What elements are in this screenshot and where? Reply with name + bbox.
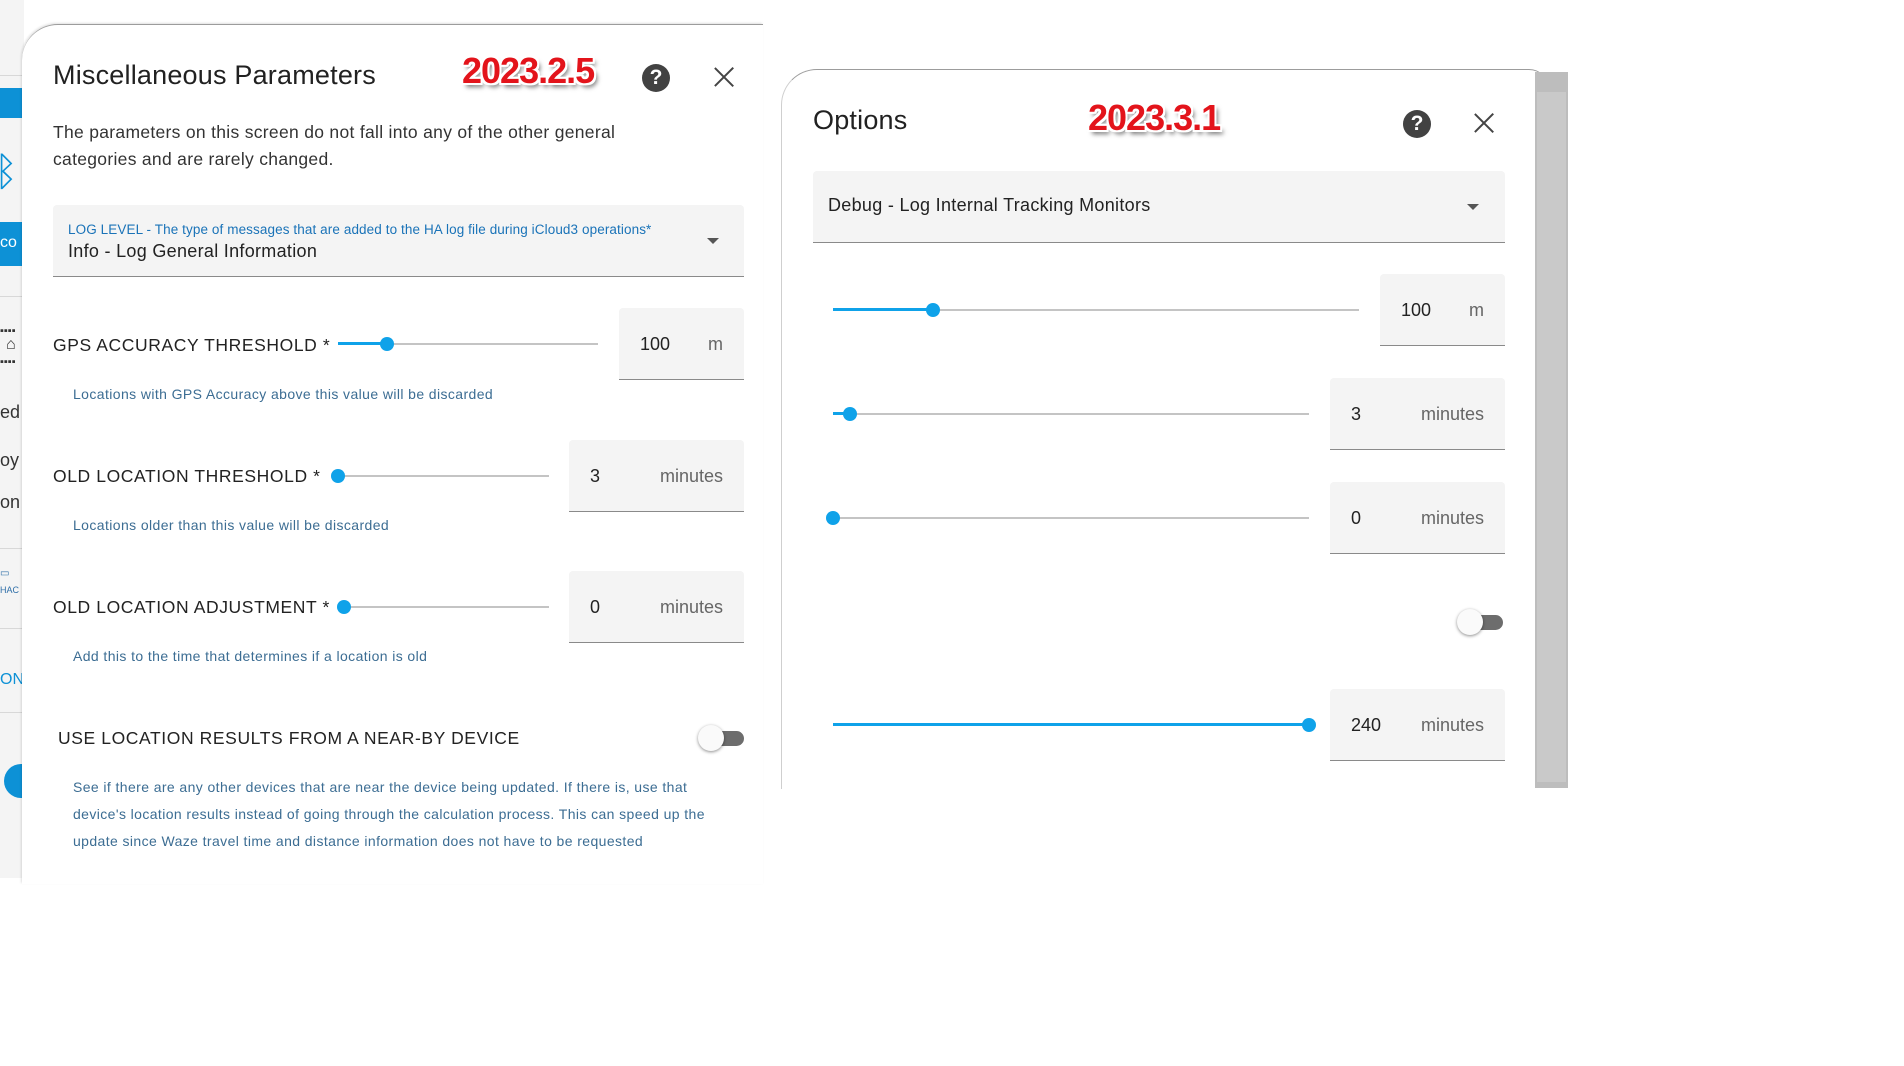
old-location-adjustment-value: 0 <box>590 597 601 617</box>
background-icon-row: ▪▪▪▪ <box>0 356 16 368</box>
old-location-adjustment-unit: minutes <box>659 597 723 617</box>
gps-accuracy-slider[interactable] <box>338 334 598 354</box>
old-location-threshold-input[interactable]: 3 minutes <box>569 440 744 512</box>
gps-accuracy-value: 100 <box>1401 300 1432 320</box>
travel-time-unit: minutes <box>1420 715 1484 735</box>
background-button: co <box>0 222 24 266</box>
background-divider <box>0 548 24 549</box>
travel-time-input[interactable]: 240 minutes <box>1330 689 1505 761</box>
scrollbar[interactable] <box>1535 72 1568 788</box>
background-text: ON <box>0 671 24 688</box>
background-text: ed <box>0 402 21 422</box>
travel-time-value: 240 <box>1351 715 1382 735</box>
help-icon[interactable]: ? <box>1403 110 1431 138</box>
old-location-threshold-value: 3 <box>590 466 601 486</box>
dialog-title: Options <box>813 105 908 135</box>
scrollbar-thumb[interactable] <box>1537 92 1566 782</box>
old-location-threshold-label: OLD LOCATION THRESHOLD * <box>53 466 321 486</box>
dialog-description: The parameters on this screen do not fal… <box>53 122 616 169</box>
misc-parameters-dialog: Miscellaneous Parameters 2023.2.5 ? The … <box>22 24 763 884</box>
log-level-select[interactable]: LOG LEVEL - The type of messages that ar… <box>53 205 744 277</box>
log-level-label: LOG LEVEL - The type of messages that ar… <box>68 222 652 237</box>
old-location-adjustment-helper: Add this to the time that determines if … <box>73 648 428 664</box>
old-location-adjustment-value: 0 <box>1351 508 1362 528</box>
gps-accuracy-input[interactable]: 100 m <box>619 308 744 380</box>
old-location-adjustment-slider[interactable] <box>337 597 549 617</box>
background-button-label: co <box>0 234 17 251</box>
slider-thumb[interactable] <box>925 303 940 317</box>
old-location-threshold-helper: Locations older than this value will be … <box>73 517 390 533</box>
old-location-adjustment-label: OLD LOCATION ADJUSTMENT * <box>53 597 330 617</box>
gps-accuracy-unit: m <box>1469 300 1484 320</box>
dialog-title: Miscellaneous Parameters <box>53 60 376 90</box>
background-divider <box>0 712 24 713</box>
nearby-device-toggle[interactable] <box>1457 609 1505 635</box>
old-location-threshold-slider[interactable] <box>331 466 549 486</box>
log-level-select[interactable]: Debug - Log Internal Tracking Monitors <box>813 171 1505 243</box>
old-location-threshold-unit: minutes <box>1420 404 1484 424</box>
gps-accuracy-slider[interactable] <box>833 300 1359 320</box>
travel-time-slider[interactable] <box>833 715 1316 735</box>
log-level-value: Info - Log General Information <box>68 241 318 261</box>
slider-thumb[interactable] <box>842 407 857 421</box>
old-location-adjustment-slider[interactable] <box>826 508 1309 528</box>
nearby-device-label: USE LOCATION RESULTS FROM A NEAR-BY DEVI… <box>58 728 520 748</box>
home-icon: ⌂ <box>6 336 16 353</box>
background-blob <box>4 764 24 798</box>
log-level-value: Debug - Log Internal Tracking Monitors <box>828 195 1151 215</box>
background-divider <box>0 628 24 629</box>
nearby-device-helper: See if there are any other devices that … <box>73 779 705 849</box>
background-text: oy <box>0 450 20 470</box>
old-location-adjustment-input[interactable]: 0 minutes <box>569 571 744 643</box>
help-icon[interactable]: ? <box>642 64 670 92</box>
gps-accuracy-unit: m <box>708 334 723 354</box>
background-divider <box>0 75 24 76</box>
slider-thumb[interactable] <box>331 469 345 483</box>
gps-accuracy-value: 100 <box>640 334 671 354</box>
nearby-device-toggle[interactable] <box>698 725 746 751</box>
old-location-threshold-unit: minutes <box>659 466 723 486</box>
version-badge: 2023.3.1 <box>1088 97 1221 138</box>
chevron-down-icon <box>1467 204 1479 210</box>
slider-thumb[interactable] <box>380 337 395 351</box>
options-dialog: Options 2023.3.1 ? Debug - Log Internal … <box>781 69 1549 789</box>
hacs-icon: ▭ <box>0 568 10 579</box>
close-icon[interactable] <box>712 65 736 89</box>
old-location-threshold-slider[interactable] <box>833 404 1309 424</box>
close-icon[interactable] <box>1472 111 1496 135</box>
slider-thumb[interactable] <box>826 511 840 525</box>
gps-accuracy-input[interactable]: 100 m <box>1380 274 1505 346</box>
gps-accuracy-helper: Locations with GPS Accuracy above this v… <box>73 386 494 402</box>
version-badge: 2023.2.5 <box>462 50 595 91</box>
old-location-adjustment-unit: minutes <box>1420 508 1484 528</box>
old-location-threshold-input[interactable]: 3 minutes <box>1330 378 1505 450</box>
slider-thumb[interactable] <box>337 600 351 614</box>
background-highlight-bar <box>0 88 24 118</box>
background-text: on <box>0 492 21 512</box>
old-location-threshold-value: 3 <box>1351 404 1362 424</box>
background-app-sliver: ᛒ co ▪▪▪▪ ⌂ ▪▪▪▪ ed oy on ▭ HAC ON <box>0 0 24 878</box>
background-divider <box>0 296 24 297</box>
hacs-label: HAC <box>0 585 20 595</box>
bluetooth-icon: ᛒ <box>0 150 18 194</box>
chevron-down-icon <box>707 238 719 244</box>
old-location-adjustment-input[interactable]: 0 minutes <box>1330 482 1505 554</box>
slider-thumb[interactable] <box>1302 718 1316 732</box>
gps-accuracy-label: GPS ACCURACY THRESHOLD * <box>53 335 331 355</box>
